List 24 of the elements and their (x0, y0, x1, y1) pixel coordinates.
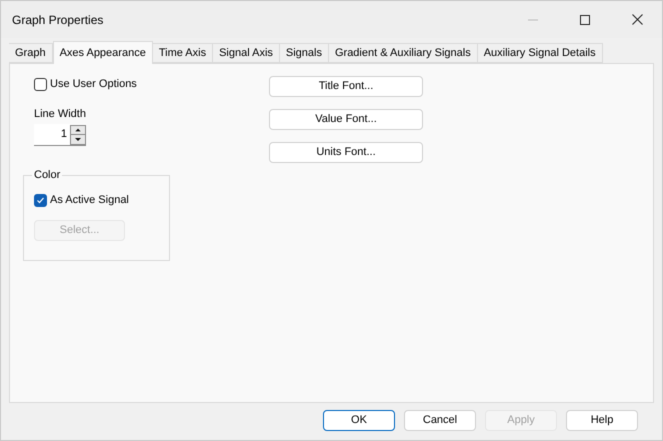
window-title: Graph Properties (12, 12, 104, 28)
checkbox[interactable] (34, 194, 47, 207)
dialog-button[interactable]: Cancel (404, 410, 476, 431)
close-icon[interactable] (632, 14, 643, 25)
line-width-label: Line Width (34, 106, 87, 122)
checkbox-label: Use User Options (50, 77, 137, 92)
spinner-field[interactable]: 1 (34, 124, 86, 146)
dialog-button[interactable]: Units Font... (269, 142, 423, 163)
maximize-icon[interactable] (580, 14, 590, 24)
dialog-button[interactable]: OK (323, 410, 395, 431)
dialog-button[interactable]: Help (566, 410, 638, 431)
tab[interactable]: Graph (9, 43, 53, 63)
tab[interactable]: Axes Appearance (52, 41, 153, 64)
tab[interactable]: Signal Axis (213, 43, 280, 63)
checkbox[interactable] (34, 78, 47, 91)
tab[interactable]: Gradient & Auxiliary Signals (328, 43, 478, 63)
tab[interactable]: Time Axis (152, 43, 214, 63)
tab[interactable]: Signals (280, 43, 329, 63)
dialog-button[interactable]: Value Font... (269, 109, 423, 130)
dialog-button[interactable]: Title Font... (269, 76, 423, 97)
tab[interactable]: Auxiliary Signal Details (478, 43, 603, 63)
checkmark-icon (36, 196, 45, 205)
spinner-value: 1 (60, 127, 68, 142)
checkbox-label: As Active Signal (50, 193, 129, 208)
